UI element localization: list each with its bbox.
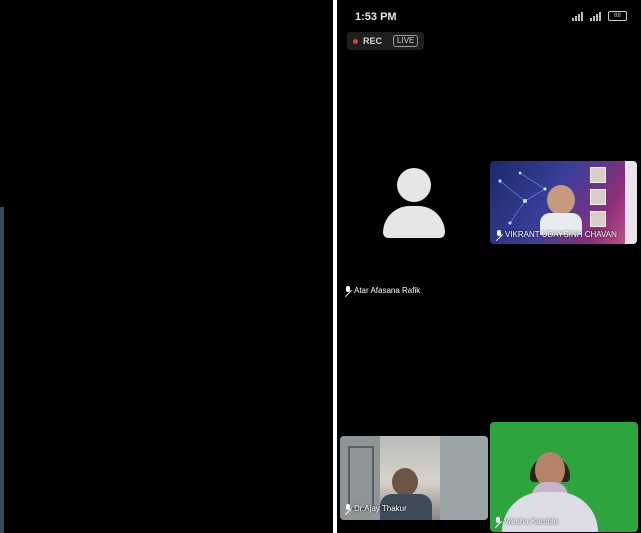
- participant-shirt: [502, 492, 598, 532]
- participant-face: [392, 468, 418, 496]
- main-participant-label: Atar Afasana Rafik: [345, 286, 420, 295]
- participant-face: [547, 185, 575, 215]
- meeting-screen: 1:53 PM 88 REC LIVE Atar Afasana Rafik V…: [337, 0, 641, 533]
- ajay-name: Dr Ajay Thakur: [354, 504, 407, 513]
- video-tile-varsha[interactable]: Varsha Kamble: [490, 422, 638, 532]
- varsha-name: Varsha Kamble: [504, 517, 559, 526]
- tile-edge: [625, 161, 637, 244]
- corridor-wall: [440, 436, 488, 520]
- microphone-muted-icon: [496, 230, 502, 239]
- left-video-pane: [0, 0, 333, 533]
- microphone-muted-icon: [345, 504, 351, 513]
- varsha-label: Varsha Kamble: [495, 517, 558, 526]
- vikrant-label: VIKRANT UDAYSINH CHAVAN: [496, 230, 617, 239]
- signal-bars-icon: [590, 11, 604, 21]
- video-tile-vikrant[interactable]: VIKRANT UDAYSINH CHAVAN: [490, 161, 637, 244]
- battery-icon: 88: [608, 11, 627, 21]
- thumbnail-participant: [590, 189, 606, 205]
- ajay-label: Dr Ajay Thakur: [345, 504, 407, 513]
- left-pane-edge: [0, 207, 4, 533]
- window-pane: [348, 446, 374, 510]
- thumbnail-participant: [590, 211, 606, 227]
- record-dot-icon: [353, 38, 358, 44]
- default-user-avatar-icon[interactable]: [383, 168, 445, 240]
- video-tile-ajay[interactable]: Dr Ajay Thakur: [340, 436, 488, 520]
- thumbnail-participant: [590, 167, 606, 183]
- live-badge: LIVE: [393, 35, 419, 47]
- rec-label: REC: [363, 36, 383, 46]
- status-time: 1:53 PM: [355, 11, 397, 23]
- recording-indicator: REC LIVE: [347, 32, 425, 50]
- vikrant-name: VIKRANT UDAYSINH CHAVAN: [505, 230, 617, 239]
- microphone-muted-icon: [495, 517, 501, 526]
- microphone-muted-icon: [345, 286, 351, 295]
- status-icons: 88: [572, 11, 627, 21]
- main-participant-name: Atar Afasana Rafik: [354, 286, 421, 295]
- signal-bars-icon: [572, 11, 586, 21]
